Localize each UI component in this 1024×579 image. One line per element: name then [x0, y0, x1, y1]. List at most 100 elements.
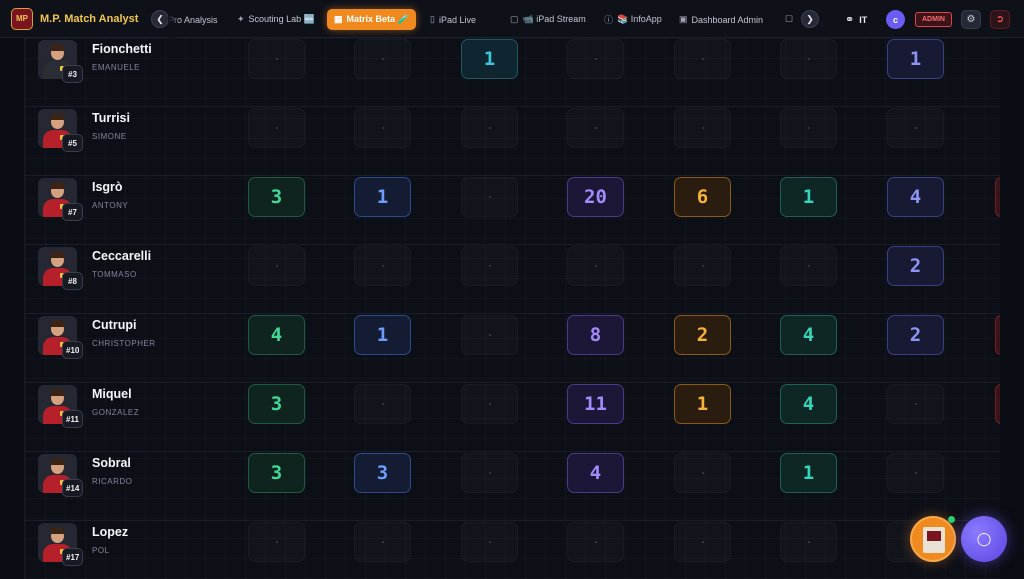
- online-status-dot: [948, 516, 955, 523]
- scouting-icon: ✦: [237, 14, 245, 24]
- brand[interactable]: MP M.P. Match Analyst: [11, 7, 139, 30]
- matrix-cell-empty[interactable]: [780, 39, 837, 79]
- matrix-cell-value[interactable]: 3: [354, 453, 411, 493]
- matrix-cell-empty[interactable]: [887, 108, 944, 148]
- chat-icon: ☐: [785, 14, 794, 24]
- briefcase-icon: ▣: [679, 14, 688, 24]
- matrix-cell-empty[interactable]: [248, 39, 305, 79]
- tablet-icon: ▯: [430, 14, 435, 24]
- player-row-cutrupi[interactable]: #10 Cutrupi CHRISTOPHER: [38, 316, 228, 362]
- player-row-fionchetti[interactable]: #3 Fionchetti EMANUELE: [38, 40, 228, 86]
- language-selector[interactable]: ⚭ IT: [845, 13, 867, 26]
- row-divider: [24, 313, 1000, 314]
- app-logo: MP: [11, 7, 33, 30]
- matrix-cell-empty[interactable]: [354, 522, 411, 562]
- matrix-cell-empty[interactable]: [461, 384, 518, 424]
- player-surname: GONZALEZ: [92, 408, 140, 417]
- player-row-ceccarelli[interactable]: #8 Ceccarelli TOMMASO: [38, 247, 228, 293]
- matrix-cell-value[interactable]: 4: [248, 315, 305, 355]
- tab-ipad-live[interactable]: ▯ iPad Live: [430, 9, 476, 30]
- chat-fab[interactable]: ◯: [961, 516, 1007, 562]
- matrix-cell-value[interactable]: 1: [780, 177, 837, 217]
- matrix-cell-empty[interactable]: [354, 108, 411, 148]
- matrix-cell-value[interactable]: 2: [887, 246, 944, 286]
- tab-ipad-stream[interactable]: ▢ 📹 iPad Stream: [510, 9, 586, 30]
- role-badge: ADMIN: [915, 12, 952, 27]
- app-title: M.P. Match Analyst: [40, 12, 139, 25]
- matrix-cell-empty[interactable]: [248, 246, 305, 286]
- matrix-cell-value[interactable]: 4: [780, 384, 837, 424]
- matrix-cell-empty[interactable]: [461, 315, 518, 355]
- logout-button[interactable]: ➲: [990, 10, 1010, 29]
- matrix-cell-empty[interactable]: [354, 39, 411, 79]
- matrix-cell-empty[interactable]: [567, 522, 624, 562]
- player-surname: SIMONE: [92, 132, 127, 141]
- player-name: Turrisi: [92, 111, 130, 125]
- matrix-cell-value[interactable]: 6: [674, 177, 731, 217]
- matrix-cell-value[interactable]: 3: [248, 177, 305, 217]
- matrix-cell-empty[interactable]: [461, 522, 518, 562]
- matrix-cell-value[interactable]: 4: [887, 177, 944, 217]
- tab-scouting-lab[interactable]: ✦ Scouting Lab 🆕: [237, 9, 315, 30]
- jersey-number-badge: #14: [62, 479, 84, 497]
- matrix-cell-empty[interactable]: [567, 39, 624, 79]
- scroll-gutter: [1000, 38, 1024, 579]
- matrix-cell-value[interactable]: 4: [567, 453, 624, 493]
- matrix-cell-value[interactable]: 3: [248, 453, 305, 493]
- nav-fade: [168, 0, 180, 38]
- jersey-number-badge: #11: [62, 410, 83, 428]
- matrix-cell-empty[interactable]: [780, 108, 837, 148]
- matrix-cell-value[interactable]: 1: [674, 384, 731, 424]
- matrix-cell-value[interactable]: 1: [461, 39, 518, 79]
- matrix-cell-value[interactable]: 3: [248, 384, 305, 424]
- tab-matrix-beta[interactable]: ▦ Matrix Beta 🧪: [327, 9, 416, 30]
- matrix-cell-empty[interactable]: [780, 246, 837, 286]
- matrix-cell-empty[interactable]: [887, 453, 944, 493]
- row-divider: [24, 175, 1000, 176]
- nav-scroll-left-button[interactable]: ❮: [151, 10, 169, 28]
- user-avatar[interactable]: c: [886, 10, 905, 29]
- matrix-cell-empty[interactable]: [674, 39, 731, 79]
- settings-button[interactable]: ⚙: [961, 10, 981, 29]
- matrix-cell-empty[interactable]: [248, 108, 305, 148]
- matrix-cell-empty[interactable]: [674, 246, 731, 286]
- matrix-cell-value[interactable]: 20: [567, 177, 624, 217]
- nav-scroll-right-button[interactable]: ❯: [801, 10, 819, 28]
- player-name: Cutrupi: [92, 318, 137, 332]
- globe-icon: ⚭: [845, 14, 855, 26]
- matrix-cell-empty[interactable]: [674, 522, 731, 562]
- tab-infoapp[interactable]: ⓘ 📚 InfoApp: [604, 9, 662, 30]
- matrix-cell-empty[interactable]: [780, 522, 837, 562]
- row-divider: [24, 520, 1000, 521]
- tab-chat[interactable]: ☐: [785, 9, 793, 30]
- matrix-cell-empty[interactable]: [674, 108, 731, 148]
- matrix-cell-value[interactable]: 1: [354, 177, 411, 217]
- tab-dashboard-admin[interactable]: ▣ Dashboard Admin: [679, 9, 763, 30]
- player-row-lopez[interactable]: #17 Lopez POL: [38, 523, 228, 569]
- matrix-cell-empty[interactable]: [461, 246, 518, 286]
- matrix-cell-value[interactable]: 1: [354, 315, 411, 355]
- matrix-cell-empty[interactable]: [248, 522, 305, 562]
- matrix-cell-value[interactable]: 2: [887, 315, 944, 355]
- matrix-cell-value[interactable]: 1: [780, 453, 837, 493]
- matrix-cell-empty[interactable]: [567, 108, 624, 148]
- matrix-cell-value[interactable]: 8: [567, 315, 624, 355]
- player-row-turrisi[interactable]: #5 Turrisi SIMONE: [38, 109, 228, 155]
- matrix-cell-value[interactable]: 11: [567, 384, 624, 424]
- player-row-miquel[interactable]: #11 Miquel GONZALEZ: [38, 385, 228, 431]
- grid-icon: ▦: [334, 14, 343, 24]
- matrix-cell-value[interactable]: 4: [780, 315, 837, 355]
- player-row-sobral[interactable]: #14 Sobral RICARDO: [38, 454, 228, 500]
- matrix-cell-empty[interactable]: [887, 384, 944, 424]
- matrix-cell-empty[interactable]: [461, 453, 518, 493]
- player-row-isgr[interactable]: #7 Isgrò ANTONY: [38, 178, 228, 224]
- matrix-cell-empty[interactable]: [354, 384, 411, 424]
- matrix-cell-empty[interactable]: [567, 246, 624, 286]
- matrix-cell-empty[interactable]: [674, 453, 731, 493]
- matrix-cell-empty[interactable]: [461, 108, 518, 148]
- matrix-cell-empty[interactable]: [354, 246, 411, 286]
- floating-profile-button[interactable]: [910, 516, 956, 562]
- matrix-cell-value[interactable]: 1: [887, 39, 944, 79]
- matrix-cell-value[interactable]: 2: [674, 315, 731, 355]
- matrix-cell-empty[interactable]: [461, 177, 518, 217]
